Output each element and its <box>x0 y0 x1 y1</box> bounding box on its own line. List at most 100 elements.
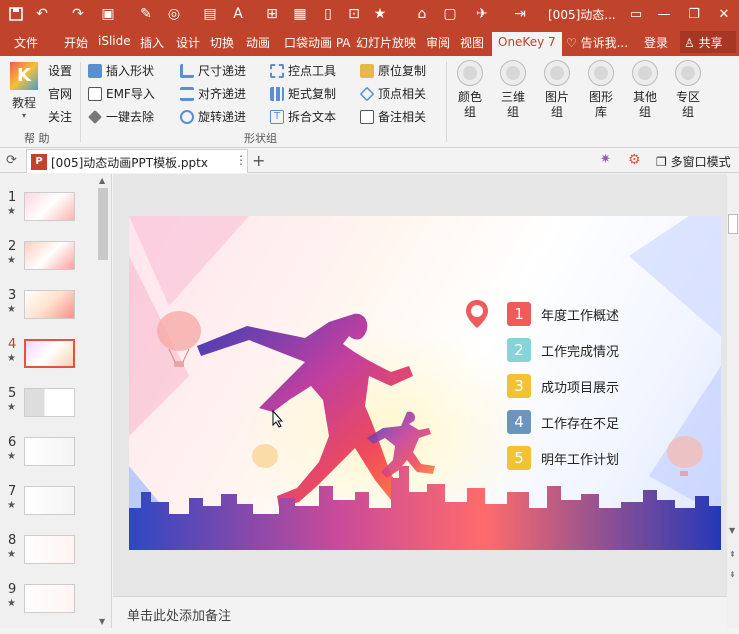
image-icon[interactable]: ▦ <box>290 4 310 24</box>
toc-text: 工作完成情况 <box>541 345 620 360</box>
insert-shape-icon <box>88 64 102 78</box>
emf-import-button[interactable]: EMF导入 <box>106 85 155 102</box>
ribbon-options-icon[interactable]: ▭ <box>626 4 646 24</box>
recent-files-icon[interactable]: ⟳ <box>6 153 17 168</box>
matrix-copy-button[interactable]: 矩式复制 <box>288 85 336 102</box>
save-icon[interactable] <box>6 4 26 24</box>
multi-window-label: 多窗口模式 <box>670 155 731 169</box>
tab-review[interactable]: 审阅 <box>424 34 452 56</box>
scroll-down-icon[interactable]: ▼ <box>729 526 735 535</box>
tell-me-search[interactable]: ♡ 告诉我... <box>566 34 628 51</box>
slide-thumbnail[interactable] <box>24 388 75 417</box>
tab-onekey[interactable]: OneKey 7 <box>492 32 562 56</box>
lightbulb-icon: ♡ <box>566 36 581 50</box>
toc-number: 2 <box>507 338 531 362</box>
rotate-step-button[interactable]: 旋转递进 <box>198 108 246 125</box>
shape-library-button[interactable]: 图形 库 <box>581 60 621 126</box>
color-icon[interactable]: ◎ <box>164 4 184 24</box>
slide-thumbnail[interactable] <box>24 290 75 319</box>
scrollbar-thumb[interactable] <box>728 214 738 234</box>
tab-menu-icon[interactable]: ⋮ <box>235 153 247 167</box>
settings-button[interactable]: 设置 <box>48 62 72 79</box>
tab-insert[interactable]: 插入 <box>138 34 166 56</box>
size-step-button[interactable]: 尺寸递进 <box>198 62 246 79</box>
tab-islide[interactable]: iSlide <box>96 34 133 56</box>
location-pin-icon <box>466 300 488 328</box>
bookmark-icon[interactable]: ⌂ <box>412 4 432 24</box>
settings-gear-icon[interactable]: ⚙ <box>628 152 641 168</box>
in-place-copy-button[interactable]: 原位复制 <box>378 62 426 79</box>
tab-home[interactable]: 开始 <box>62 34 90 56</box>
star-icon[interactable]: ★ <box>370 4 390 24</box>
special-zone-button[interactable]: 专区 组 <box>668 60 708 126</box>
restore-icon[interactable]: ❐ <box>684 4 704 24</box>
format-icon[interactable]: A <box>228 4 248 24</box>
slide-number: 2 <box>8 239 17 254</box>
handle-tool-button[interactable]: 控点工具 <box>288 62 336 79</box>
canvas-scrollbar[interactable]: ▼ ⇞ ⇟ <box>727 174 739 628</box>
undo-icon[interactable]: ↶ <box>32 4 52 24</box>
login-button[interactable]: 登录 <box>644 34 668 51</box>
pin-icon[interactable]: ✈ <box>472 4 492 24</box>
frame-icon[interactable]: ▢ <box>440 4 460 24</box>
text-box-icon[interactable]: ▤ <box>200 4 220 24</box>
grid-icon[interactable]: ⊡ <box>344 4 364 24</box>
tab-pocket-animation[interactable]: 口袋动画 PA <box>282 34 353 56</box>
redo-icon[interactable]: ↷ <box>68 4 88 24</box>
align-step-button[interactable]: 对齐递进 <box>198 85 246 102</box>
vertex-button[interactable]: 顶点相关 <box>378 85 426 102</box>
notes-pane[interactable]: 单击此处添加备注 <box>113 596 727 628</box>
slide-thumbnail[interactable] <box>24 584 75 613</box>
slide-thumbnail[interactable] <box>24 241 75 270</box>
image-group-icon <box>544 60 570 86</box>
screenshot-icon[interactable]: ⊞ <box>262 4 282 24</box>
insert-shape-button[interactable]: 插入形状 <box>106 62 154 79</box>
close-icon[interactable]: ✕ <box>714 4 734 24</box>
help-group-label: 帮 助 <box>24 132 50 145</box>
one-click-remove-button[interactable]: 一键去除 <box>106 108 154 125</box>
slide-thumbnail[interactable] <box>24 437 75 466</box>
prev-slide-icon[interactable]: ⇞ <box>729 550 736 559</box>
image-group-button[interactable]: 图片 组 <box>537 60 577 126</box>
slide-thumbnail[interactable] <box>24 535 75 564</box>
thumbnail-scrollbar[interactable]: ▲ ▼ <box>96 174 110 628</box>
mouse-cursor-icon <box>272 409 284 431</box>
special-zone-icon <box>675 60 701 86</box>
scrollbar-thumb[interactable] <box>98 188 108 260</box>
slide-4[interactable]: 1 年度工作概述 2 工作完成情况 3 成功项目展示 4 工作存在不足 5 明年工作计划 <box>129 216 721 550</box>
document-tab[interactable]: P [005]动态动画PPT模板.pptx ⋮ <box>26 149 248 173</box>
other-group-button[interactable]: 其他 组 <box>625 60 665 126</box>
format-painter-icon[interactable]: ✎ <box>136 4 156 24</box>
magic-icon[interactable]: ✷ <box>600 152 611 167</box>
tab-view[interactable]: 视图 <box>458 34 486 56</box>
3d-group-icon <box>500 60 526 86</box>
tab-file[interactable]: 文件 <box>12 34 40 56</box>
website-button[interactable]: 官网 <box>48 85 72 102</box>
next-slide-icon[interactable]: ⇟ <box>729 570 736 579</box>
tab-transitions[interactable]: 切换 <box>208 34 236 56</box>
color-group-button[interactable]: 颜色 组 <box>450 60 490 126</box>
share-button[interactable]: ♙ 共享 <box>680 31 736 53</box>
notes-button[interactable]: 备注相关 <box>378 108 426 125</box>
tab-design[interactable]: 设计 <box>174 34 202 56</box>
tutorial-button[interactable]: K 教程 ▾ <box>6 62 42 124</box>
size-step-icon <box>180 64 194 78</box>
special-zone-label-2: 组 <box>681 105 694 119</box>
minimize-icon[interactable]: — <box>654 4 674 24</box>
new-tab-icon[interactable]: + <box>252 151 265 170</box>
document-icon[interactable]: ▯ <box>318 4 338 24</box>
follow-button[interactable]: 关注 <box>48 108 72 125</box>
scroll-up-icon[interactable]: ▲ <box>99 176 105 185</box>
scroll-down-icon[interactable]: ▼ <box>99 617 105 626</box>
slide-thumbnail[interactable] <box>24 192 75 221</box>
slide-number: 7 <box>8 484 17 499</box>
slide-thumbnail[interactable] <box>24 339 75 368</box>
slide-thumbnail[interactable] <box>24 486 75 515</box>
multi-window-mode-button[interactable]: ❐ 多窗口模式 <box>656 153 731 170</box>
split-text-button[interactable]: 拆合文本 <box>288 108 336 125</box>
tab-slideshow[interactable]: 幻灯片放映 <box>354 34 418 56</box>
slideshow-icon[interactable]: ▣ <box>98 4 118 24</box>
more-icon[interactable]: ⇥ <box>510 4 530 24</box>
3d-group-button[interactable]: 三维 组 <box>493 60 533 126</box>
tab-animations[interactable]: 动画 <box>244 34 272 56</box>
